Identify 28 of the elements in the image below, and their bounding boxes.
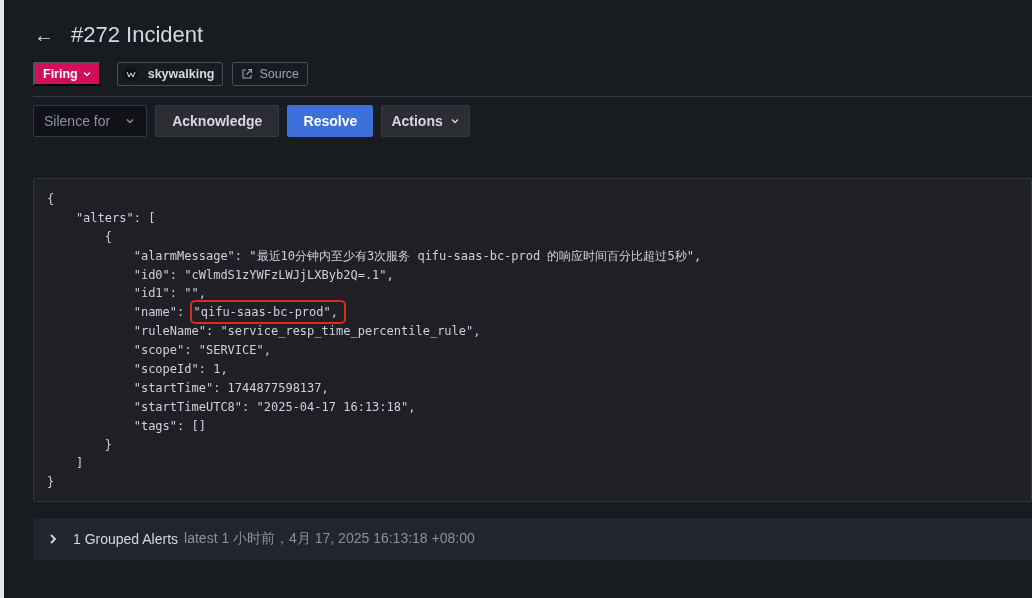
code-line: "startTime": 1744877598137,	[132, 379, 330, 397]
code-line: }	[47, 474, 56, 492]
code-line: "alters": [	[74, 209, 157, 227]
page-title: #272 Incident	[71, 22, 204, 48]
acknowledge-button[interactable]: Acknowledge	[155, 105, 280, 137]
code-line: {	[103, 228, 114, 246]
integration-name: skywalking	[147, 67, 215, 81]
status-dropdown[interactable]: Firing	[33, 62, 101, 86]
highlighted-value: "qifu-saas-bc-prod",	[191, 302, 344, 323]
code-line: {	[47, 191, 56, 208]
latest-timestamp: latest 1 小时前，4月 17, 2025 16:13:18 +08:00	[184, 530, 475, 549]
code-line: }	[103, 436, 114, 454]
code-line: "ruleName": "service_resp_time_percentile_rule",	[132, 323, 482, 341]
code-line: ]	[74, 455, 85, 473]
code-line: "id1": "",	[132, 285, 207, 303]
resolve-button[interactable]: Resolve	[287, 105, 374, 137]
code-line: "alarmMessage": "最近10分钟内至少有3次服务 qifu-saas-bc-prod 的响应时间百分比超过5秒",	[132, 247, 703, 265]
back-button[interactable]: ←	[33, 23, 55, 47]
source-link[interactable]: Source	[232, 62, 309, 86]
code-line: "tags": []	[132, 417, 207, 435]
actions-menu-button[interactable]: Actions	[381, 105, 470, 137]
code-line: "startTimeUTC8": "2025-04-17 16:13:18",	[132, 398, 417, 416]
code-line: "scope": "SERVICE",	[132, 342, 272, 360]
code-line: "id0": "cWlmdS1zYWFzLWJjLXByb2Q=.1",	[132, 266, 395, 284]
silence-select[interactable]: Silence for	[33, 105, 148, 137]
group-title: 1 Grouped Alerts	[73, 531, 179, 548]
code-line: "scopeId": 1,	[132, 361, 229, 378]
code-line: "name": "qifu-saas-bc-prod",	[47, 303, 1018, 323]
